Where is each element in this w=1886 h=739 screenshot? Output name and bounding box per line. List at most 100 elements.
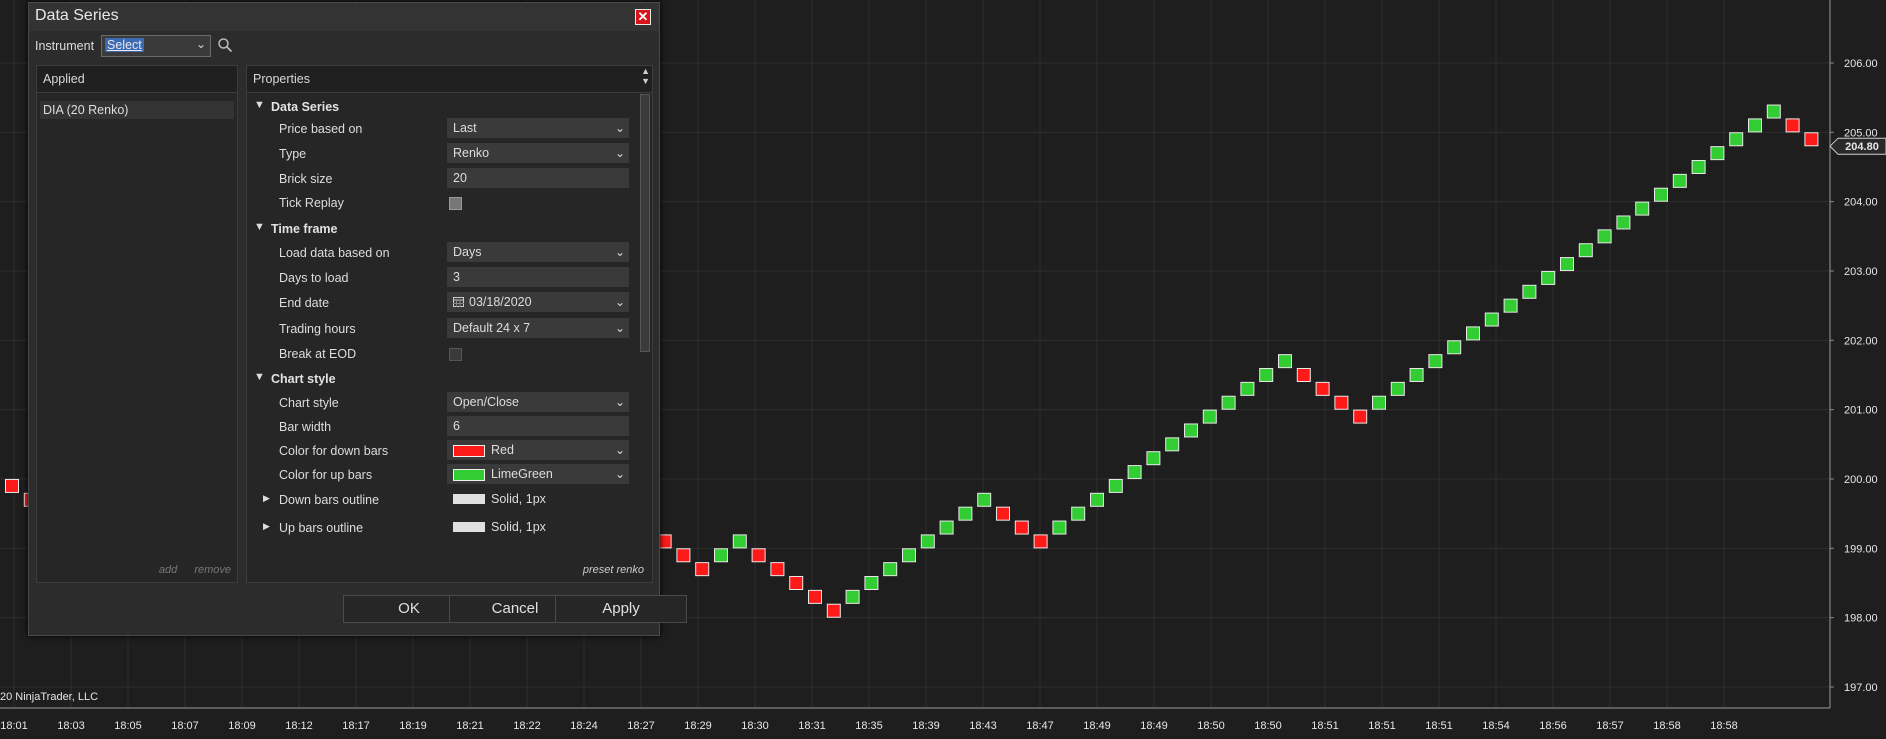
x-axis-label: 18:31 — [798, 720, 826, 732]
end-date-picker[interactable]: 03/18/2020 ⌄ — [447, 292, 629, 312]
up-brick — [1090, 492, 1104, 507]
price-based-on-select[interactable]: Last ⌄ — [447, 118, 629, 138]
search-icon[interactable] — [217, 37, 233, 53]
up-brick — [1390, 381, 1405, 396]
stroke-value: Solid, 1px — [491, 492, 546, 506]
select-value: Renko — [453, 146, 490, 160]
section-chart-style[interactable]: ▼ Chart style — [247, 368, 639, 390]
down-brick — [1785, 118, 1800, 133]
up-brick — [883, 562, 898, 577]
down-brick — [1315, 381, 1330, 396]
y-axis-label: 199.00 — [1844, 543, 1878, 555]
up-brick — [1635, 201, 1650, 216]
color-up-select[interactable]: LimeGreen ⌄ — [447, 464, 629, 484]
chevron-down-icon: ⌄ — [614, 121, 625, 135]
type-select[interactable]: Renko ⌄ — [447, 143, 629, 163]
x-axis-label: 18:01 — [0, 720, 28, 732]
instrument-label: Instrument — [35, 39, 95, 53]
break-at-eod-checkbox[interactable] — [449, 348, 462, 361]
up-brick — [1560, 257, 1574, 272]
bar-width-input[interactable]: 6 — [447, 416, 629, 436]
y-axis-label: 206.00 — [1844, 58, 1878, 70]
color-down-select[interactable]: Red ⌄ — [447, 440, 629, 460]
applied-panel: Applied DIA (20 Renko) add remove — [36, 65, 238, 583]
up-brick — [1710, 146, 1725, 161]
collapse-icon: ▼ — [254, 221, 265, 233]
prop-label: Up bars outline — [279, 521, 364, 535]
properties-panel: Properties ▲ ▼ ▼ Data Series Price based … — [246, 65, 653, 583]
x-axis-label: 18:54 — [1482, 720, 1510, 732]
applied-list-item[interactable]: DIA (20 Renko) — [40, 101, 234, 119]
down-brick — [1804, 132, 1819, 147]
x-axis-label: 18:58 — [1710, 720, 1738, 732]
prop-color-up: Color for up bars LimeGreen ⌄ — [247, 464, 639, 486]
x-axis-label: 18:19 — [399, 720, 427, 732]
days-to-load-input[interactable]: 3 — [447, 267, 629, 287]
up-brick — [1672, 173, 1687, 188]
x-axis-label: 18:12 — [285, 720, 313, 732]
preset-label[interactable]: preset renko — [583, 564, 644, 576]
x-axis-label: 18:09 — [228, 720, 256, 732]
up-brick — [902, 548, 916, 563]
prop-label: Trading hours — [279, 322, 356, 336]
dialog-titlebar[interactable]: Data Series ✕ — [29, 3, 659, 31]
select-value: Days — [453, 245, 482, 259]
up-brick — [1466, 326, 1480, 341]
expand-icon[interactable]: ▶ — [263, 493, 270, 504]
date-value: 03/18/2020 — [469, 295, 532, 309]
up-brick — [1447, 340, 1462, 355]
chart-style-select[interactable]: Open/Close ⌄ — [447, 392, 629, 412]
up-brick — [1522, 284, 1537, 299]
x-axis-label: 18:47 — [1026, 720, 1054, 732]
down-brick — [1334, 395, 1349, 410]
x-axis-label: 18:50 — [1197, 720, 1225, 732]
instrument-select[interactable]: Select ⌄ — [101, 35, 211, 57]
down-brick — [5, 478, 19, 493]
prop-label: Down bars outline — [279, 493, 380, 507]
prop-up-outline[interactable]: ▶ Up bars outline Solid, 1px — [247, 517, 639, 539]
prop-break-at-eod: Break at EOD — [247, 343, 639, 365]
prop-label: Tick Replay — [279, 196, 344, 210]
y-axis-label: 197.00 — [1844, 682, 1878, 694]
tick-replay-checkbox[interactable] — [449, 197, 462, 210]
properties-scrollbar[interactable] — [640, 94, 650, 352]
close-icon[interactable]: ✕ — [635, 9, 651, 25]
up-brick — [1578, 243, 1593, 258]
up-outline-value[interactable]: Solid, 1px — [447, 517, 629, 537]
down-brick — [770, 562, 785, 577]
dialog-title: Data Series — [35, 7, 119, 24]
down-brick — [751, 548, 766, 563]
properties-header-label: Properties — [253, 72, 310, 86]
input-value: 3 — [453, 270, 460, 284]
y-axis-label: 204.00 — [1844, 197, 1878, 209]
brick-size-input[interactable]: 20 — [447, 168, 629, 188]
section-data-series[interactable]: ▼ Data Series — [247, 96, 639, 118]
remove-link[interactable]: remove — [194, 564, 231, 576]
section-title: Time frame — [271, 222, 338, 236]
down-outline-value[interactable]: Solid, 1px — [447, 489, 629, 509]
prop-label: Break at EOD — [279, 347, 357, 361]
load-data-based-on-select[interactable]: Days ⌄ — [447, 242, 629, 262]
prop-label: End date — [279, 296, 330, 310]
up-brick — [1202, 409, 1217, 424]
section-title: Data Series — [271, 100, 340, 114]
up-brick — [1766, 104, 1781, 119]
instrument-select-value: Select — [105, 38, 144, 52]
up-brick — [1372, 395, 1386, 410]
prop-label: Load data based on — [279, 246, 390, 260]
applied-actions: add remove — [145, 564, 231, 576]
copyright-label: 20 NinjaTrader, LLC — [0, 691, 98, 703]
x-axis-label: 18:50 — [1254, 720, 1282, 732]
apply-button[interactable]: Apply — [555, 595, 687, 623]
x-axis-label: 18:49 — [1083, 720, 1111, 732]
scroll-arrows[interactable]: ▲ ▼ — [641, 66, 650, 86]
trading-hours-select[interactable]: Default 24 x 7 ⌄ — [447, 318, 629, 338]
section-time-frame[interactable]: ▼ Time frame — [247, 218, 639, 240]
expand-icon[interactable]: ▶ — [263, 521, 270, 532]
y-axis-label: 202.00 — [1844, 335, 1878, 347]
prop-type: Type Renko ⌄ — [247, 143, 639, 165]
up-brick — [1748, 118, 1762, 133]
up-brick — [1503, 298, 1518, 313]
add-link[interactable]: add — [159, 564, 177, 576]
prop-down-outline[interactable]: ▶ Down bars outline Solid, 1px — [247, 489, 639, 511]
